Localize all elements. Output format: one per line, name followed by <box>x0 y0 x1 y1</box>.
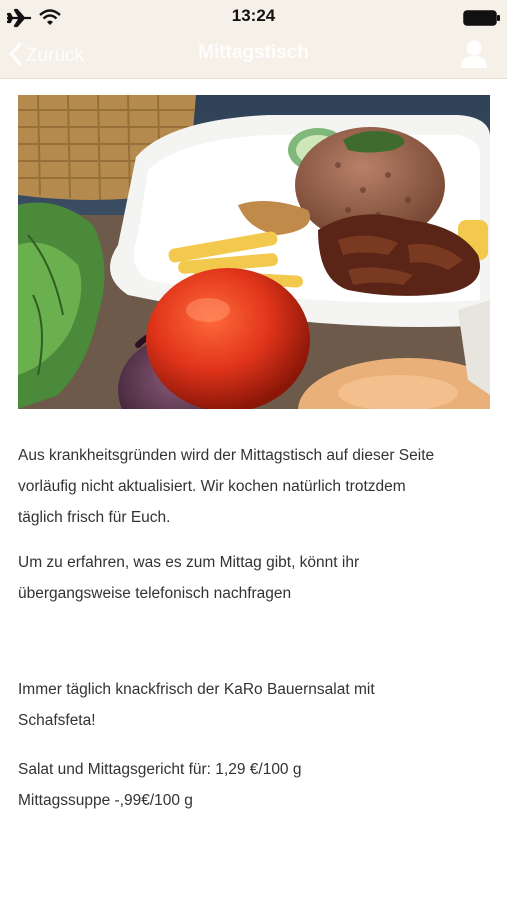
food-photo <box>18 95 490 409</box>
chevron-left-icon <box>8 42 22 71</box>
text-line: Immer täglich knackfrisch der KaRo Bauer… <box>18 681 375 698</box>
back-label: Zurück <box>26 45 85 66</box>
battery-icon <box>463 10 500 26</box>
salad-paragraph: Immer täglich knackfrisch der KaRo Bauer… <box>18 674 492 736</box>
status-bar: 13:24 <box>0 0 507 36</box>
text-line: täglich frisch für Euch. <box>18 509 171 526</box>
text-line: übergangsweise telefonisch nachfragen <box>18 585 292 602</box>
user-button[interactable] <box>459 38 489 72</box>
price-line: Mittagssuppe -,99€/100 g <box>18 792 193 809</box>
notice-paragraph: Aus krankheitsgründen wird der Mittagsti… <box>18 440 492 533</box>
info-paragraph: Um zu erfahren, was es zum Mittag gibt, … <box>18 547 492 609</box>
price-paragraph: Salat und Mittagsgericht für: 1,29 €/100… <box>18 754 492 816</box>
back-button[interactable]: Zurück <box>8 40 84 72</box>
user-icon <box>459 40 489 74</box>
text-line: Um zu erfahren, was es zum Mittag gibt, … <box>18 554 360 571</box>
price-line: Salat und Mittagsgericht für: 1,29 €/100… <box>18 761 302 778</box>
text-line: vorläufig nicht aktualisiert. Wir kochen… <box>18 478 406 495</box>
nav-bar: Zurück Mittagstisch <box>0 36 507 79</box>
status-time: 13:24 <box>231 6 276 25</box>
text-line: Aus krankheitsgründen wird der Mittagsti… <box>18 447 435 464</box>
text-line: Schafsfeta! <box>18 712 96 729</box>
